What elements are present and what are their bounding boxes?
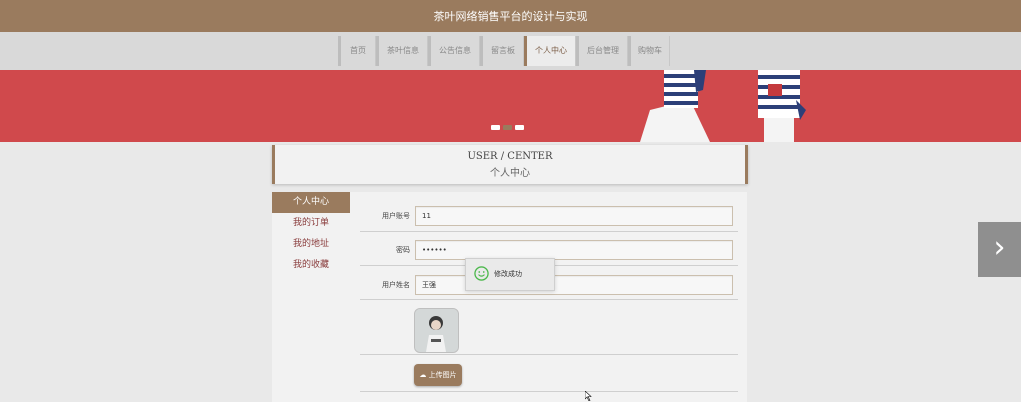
- divider: [360, 391, 738, 392]
- top-header: 茶叶网络销售平台的设计与实现: [0, 0, 1021, 32]
- nav-item-cart[interactable]: 购物车: [628, 36, 670, 66]
- upload-image-button[interactable]: ☁ 上传图片: [414, 364, 462, 386]
- upload-label: 上传图片: [428, 371, 457, 379]
- smiley-icon: [474, 266, 489, 281]
- carousel-next-button[interactable]: ›: [978, 222, 1021, 277]
- sidebar-item-my-favorites[interactable]: 我的收藏: [272, 255, 350, 276]
- carousel-dot[interactable]: [515, 125, 524, 130]
- password-input[interactable]: ••••••: [415, 240, 733, 260]
- page-heading: USER / CENTER 个人中心: [272, 145, 748, 184]
- sidebar-item-user-center[interactable]: 个人中心: [272, 192, 350, 213]
- divider: [360, 299, 738, 300]
- carousel-dots: [491, 125, 524, 130]
- toast-message: 修改成功: [494, 270, 522, 278]
- page-heading-cn: 个人中心: [490, 168, 530, 179]
- nav-item-admin[interactable]: 后台管理: [576, 36, 628, 66]
- nav-item-message-board[interactable]: 留言板: [480, 36, 524, 66]
- carousel-dot-active[interactable]: [503, 125, 512, 130]
- site-title: 茶叶网络销售平台的设计与实现: [433, 10, 588, 23]
- nav-item-announcements[interactable]: 公告信息: [428, 36, 480, 66]
- avatar-photo: [415, 309, 458, 352]
- nav-item-tea-info[interactable]: 茶叶信息: [376, 36, 428, 66]
- divider: [360, 231, 738, 232]
- user-sidebar: 个人中心 我的订单 我的地址 我的收藏: [272, 192, 351, 402]
- name-label: 用户姓名: [382, 281, 410, 289]
- avatar: [414, 308, 459, 353]
- upload-cloud-icon: ☁: [419, 371, 427, 379]
- divider: [360, 354, 738, 355]
- name-input[interactable]: 王强: [415, 275, 733, 295]
- page-heading-en: USER / CENTER: [467, 151, 553, 162]
- chevron-right-icon: ›: [993, 230, 1006, 265]
- account-label: 用户账号: [382, 212, 410, 220]
- sidebar-item-my-orders[interactable]: 我的订单: [272, 213, 350, 234]
- carousel-dot[interactable]: [491, 125, 500, 130]
- password-label: 密码: [396, 246, 410, 254]
- banner-carousel: [0, 70, 1021, 142]
- sidebar-item-my-address[interactable]: 我的地址: [272, 234, 350, 255]
- banner-illustration: [640, 70, 806, 142]
- nav-item-user-center[interactable]: 个人中心: [524, 36, 576, 66]
- nav-item-home[interactable]: 首页: [338, 36, 376, 66]
- success-toast: 修改成功: [465, 258, 555, 291]
- account-input[interactable]: 11: [415, 206, 733, 226]
- main-nav: 首页 茶叶信息 公告信息 留言板 个人中心 后台管理 购物车: [0, 32, 1021, 70]
